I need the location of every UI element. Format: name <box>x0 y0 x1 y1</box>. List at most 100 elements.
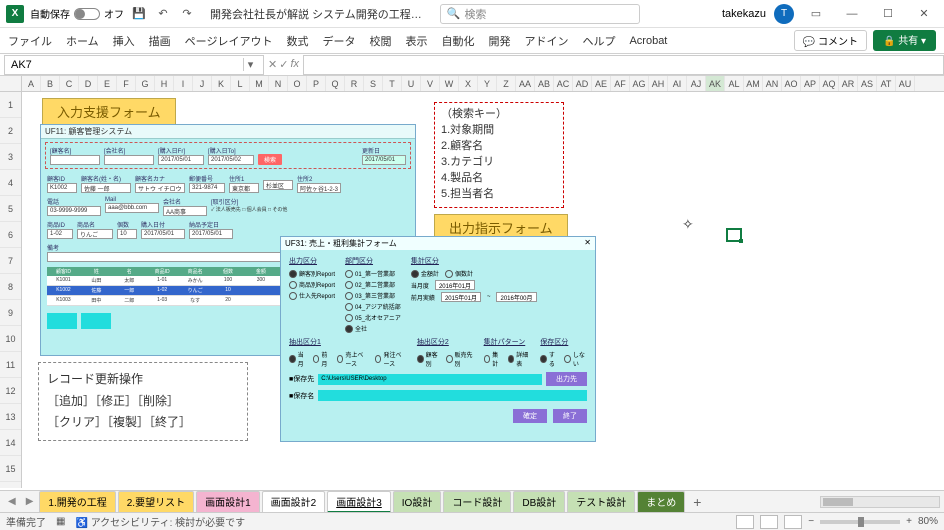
col-header-AF[interactable]: AF <box>611 76 630 91</box>
radio-out3[interactable]: 仕入先Report <box>289 291 335 300</box>
col-header-O[interactable]: O <box>288 76 307 91</box>
page-break-view-icon[interactable] <box>784 515 802 529</box>
exit-button[interactable]: 終了 <box>553 409 587 423</box>
redo-icon[interactable]: ↷ <box>178 5 196 23</box>
col-header-U[interactable]: U <box>402 76 421 91</box>
enter-fx-icon[interactable]: ✓ <box>279 58 288 71</box>
col-header-N[interactable]: N <box>269 76 288 91</box>
col-header-AH[interactable]: AH <box>649 76 668 91</box>
col-header-AO[interactable]: AO <box>782 76 801 91</box>
tab-nav-left-icon[interactable]: ◀ <box>4 496 20 507</box>
col-header-H[interactable]: H <box>155 76 174 91</box>
cust-input[interactable] <box>50 155 100 165</box>
worksheet-grid[interactable]: 入力支援フォーム 出力指示フォーム （検索キー） 1.対象期間 2.顧客名 3.… <box>22 92 944 488</box>
col-header-X[interactable]: X <box>459 76 478 91</box>
row-header-10[interactable]: 10 <box>0 326 21 352</box>
name-box[interactable]: AK7 ▾ <box>4 55 264 75</box>
row-header-3[interactable]: 3 <box>0 144 21 170</box>
tab-draw[interactable]: 描画 <box>149 33 171 49</box>
current-month-combo[interactable]: 2016年01月 <box>435 280 475 290</box>
spacer-button[interactable] <box>81 313 111 329</box>
col-header-K[interactable]: K <box>212 76 231 91</box>
add-sheet-button[interactable]: + <box>687 494 707 510</box>
row-header-12[interactable]: 12 <box>0 378 21 404</box>
chevron-down-icon[interactable]: ▾ <box>243 58 257 71</box>
col-header-AJ[interactable]: AJ <box>687 76 706 91</box>
row-header-14[interactable]: 14 <box>0 430 21 456</box>
sheet-tab[interactable]: 1.開発の工程 <box>39 491 115 513</box>
col-header-AR[interactable]: AR <box>839 76 858 91</box>
sheet-tab[interactable]: IO設計 <box>393 491 442 513</box>
tab-pagelayout[interactable]: ページレイアウト <box>185 33 273 49</box>
col-header-W[interactable]: W <box>440 76 459 91</box>
col-header-J[interactable]: J <box>193 76 212 91</box>
col-header-AP[interactable]: AP <box>801 76 820 91</box>
col-header-L[interactable]: L <box>231 76 250 91</box>
tab-file[interactable]: ファイル <box>8 33 52 49</box>
col-header-A[interactable]: A <box>22 76 41 91</box>
page-layout-view-icon[interactable] <box>760 515 778 529</box>
row-header-5[interactable]: 5 <box>0 196 21 222</box>
col-header-P[interactable]: P <box>307 76 326 91</box>
row-header-13[interactable]: 13 <box>0 404 21 430</box>
col-header-Q[interactable]: Q <box>326 76 345 91</box>
row-header-2[interactable]: 2 <box>0 118 21 144</box>
tab-insert[interactable]: 挿入 <box>113 33 135 49</box>
save-name-input[interactable] <box>318 390 587 401</box>
minimize-icon[interactable]: — <box>838 4 866 24</box>
sheet-tab[interactable]: コード設計 <box>443 491 511 513</box>
col-header-AG[interactable]: AG <box>630 76 649 91</box>
col-header-AI[interactable]: AI <box>668 76 687 91</box>
tab-automate[interactable]: 自動化 <box>441 33 474 49</box>
spacer-button[interactable] <box>47 313 77 329</box>
col-header-M[interactable]: M <box>250 76 269 91</box>
toggle-icon[interactable] <box>74 8 100 20</box>
col-header-S[interactable]: S <box>364 76 383 91</box>
tab-developer[interactable]: 開発 <box>488 33 510 49</box>
col-header-AT[interactable]: AT <box>877 76 896 91</box>
col-header-D[interactable]: D <box>79 76 98 91</box>
search-button[interactable]: 検索 <box>258 154 282 165</box>
comments-button[interactable]: 💬 コメント <box>794 30 867 51</box>
row-header-6[interactable]: 6 <box>0 222 21 248</box>
row-header-8[interactable]: 8 <box>0 274 21 300</box>
output-dest-button[interactable]: 出力先 <box>546 372 587 386</box>
col-header-AQ[interactable]: AQ <box>820 76 839 91</box>
col-header-B[interactable]: B <box>41 76 60 91</box>
zoom-out-icon[interactable]: − <box>808 516 814 527</box>
tab-help[interactable]: ヘルプ <box>582 33 615 49</box>
close-icon[interactable]: ✕ <box>584 238 591 249</box>
col-header-F[interactable]: F <box>117 76 136 91</box>
row-header-4[interactable]: 4 <box>0 170 21 196</box>
username[interactable]: takekazu <box>722 8 766 20</box>
cancel-fx-icon[interactable]: ✕ <box>268 58 277 71</box>
tab-addins[interactable]: アドイン <box>524 33 568 49</box>
date-from-input[interactable]: 2017/05/01 <box>158 155 204 165</box>
col-header-I[interactable]: I <box>174 76 193 91</box>
col-header-AD[interactable]: AD <box>573 76 592 91</box>
sheet-tab[interactable]: 2.要望リスト <box>118 491 194 513</box>
select-all-corner[interactable] <box>0 76 22 91</box>
comp-input[interactable] <box>104 155 154 165</box>
col-header-Z[interactable]: Z <box>497 76 516 91</box>
row-header-11[interactable]: 11 <box>0 352 21 378</box>
tab-formulas[interactable]: 数式 <box>286 33 308 49</box>
ribbon-options-icon[interactable]: ▭ <box>802 4 830 24</box>
sheet-tab[interactable]: テスト設計 <box>567 491 635 513</box>
row-header-7[interactable]: 7 <box>0 248 21 274</box>
col-header-AE[interactable]: AE <box>592 76 611 91</box>
zoom-slider[interactable] <box>820 520 900 524</box>
col-header-AA[interactable]: AA <box>516 76 535 91</box>
formula-input[interactable] <box>303 55 944 75</box>
save-path-input[interactable]: C:\Users\USER\Desktop <box>318 374 542 385</box>
col-header-Y[interactable]: Y <box>478 76 497 91</box>
row-header-9[interactable]: 9 <box>0 300 21 326</box>
autosave-toggle[interactable]: 自動保存 オフ <box>30 6 124 21</box>
col-header-E[interactable]: E <box>98 76 117 91</box>
row-header-1[interactable]: 1 <box>0 92 21 118</box>
col-header-AL[interactable]: AL <box>725 76 744 91</box>
col-header-C[interactable]: C <box>60 76 79 91</box>
sheet-tab[interactable]: 画面設計3 <box>327 491 391 513</box>
col-header-R[interactable]: R <box>345 76 364 91</box>
sheet-tab[interactable]: DB設計 <box>513 491 565 513</box>
